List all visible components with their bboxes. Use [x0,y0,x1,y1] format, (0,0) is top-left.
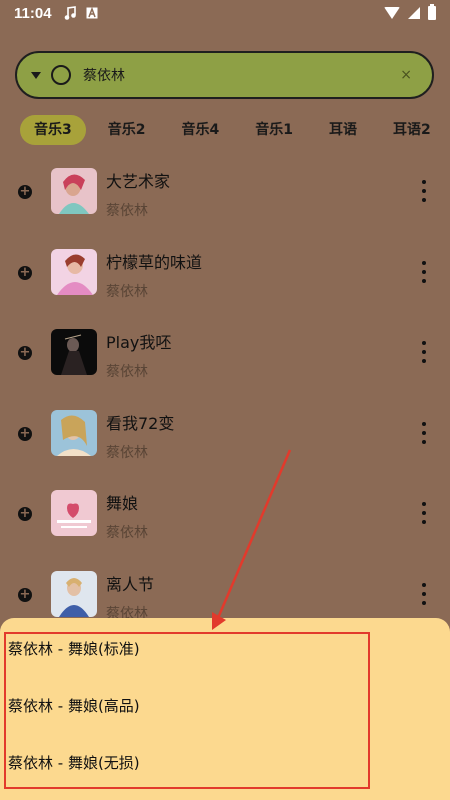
tab-music2[interactable]: 音乐2 [94,115,160,145]
tab-whisper[interactable]: 耳语 [315,115,371,145]
song-artist: 蔡依林 [106,444,148,461]
song-title: 柠檬草的味道 [106,252,203,272]
album-cover [51,409,97,456]
song-list: + 大艺术家 蔡依林 + 柠檬草的味道 蔡依林 + Play我呸 蔡依林 + 看… [0,160,450,643]
song-artist: 蔡依林 [106,283,148,300]
tab-music1[interactable]: 音乐1 [241,115,307,145]
dropdown-arrow-icon[interactable] [31,71,41,79]
more-icon[interactable] [421,260,427,283]
a-letter-icon [86,7,98,19]
song-title: 舞娘 [106,494,139,513]
song-item[interactable]: + 舞娘 蔡依林 [0,482,450,563]
song-artist: 蔡依林 [106,364,148,380]
song-title: 离人节 [106,574,155,594]
song-artist: 蔡依林 [106,525,148,541]
song-artist: 蔡依林 [106,203,148,219]
more-icon[interactable] [421,502,427,524]
clear-icon[interactable]: × [400,67,412,83]
song-item[interactable]: + 柠檬草的味道 蔡依林 [0,241,450,322]
album-cover [51,570,97,617]
quality-option-standard[interactable]: 蔡依林 - 舞娘(标准) [8,638,140,659]
album-cover [51,168,97,214]
song-item[interactable]: + 看我72变 蔡依林 [0,402,450,483]
quality-sheet: 蔡依林 - 舞娘(标准) 蔡依林 - 舞娘(高品) 蔡依林 - 舞娘(无损) [0,618,450,800]
add-icon[interactable]: + [18,346,32,360]
wifi-icon [384,7,400,19]
more-icon[interactable] [421,421,427,444]
album-cover [51,329,97,375]
more-icon[interactable] [421,341,427,363]
add-icon[interactable]: + [18,587,32,602]
search-bar[interactable]: 蔡依林 × [15,51,434,99]
album-cover [51,248,97,295]
circle-icon [51,65,71,85]
status-bar: 11:04 [0,0,450,26]
tab-music3[interactable]: 音乐3 [20,115,86,145]
song-item[interactable]: + Play我呸 蔡依林 [0,321,450,402]
source-tabs: 音乐3 音乐2 音乐4 音乐1 耳语 耳语2 [0,114,450,146]
add-icon[interactable]: + [18,185,32,199]
music-note-icon [64,6,76,20]
song-item[interactable]: + 大艺术家 蔡依林 [0,160,450,241]
tab-whisper2[interactable]: 耳语2 [379,115,445,145]
more-icon[interactable] [421,582,427,605]
quality-option-lossless[interactable]: 蔡依林 - 舞娘(无损) [8,752,140,773]
tab-music4[interactable]: 音乐4 [168,115,234,145]
song-title: 看我72变 [106,413,175,433]
cell-signal-icon [408,7,420,19]
add-icon[interactable]: + [18,507,32,521]
more-icon[interactable] [421,180,427,202]
song-title: Play我呸 [106,333,172,352]
add-icon[interactable]: + [18,265,32,280]
add-icon[interactable]: + [18,426,32,441]
battery-icon [428,4,436,20]
search-input[interactable]: 蔡依林 [83,65,400,85]
quality-option-high[interactable]: 蔡依林 - 舞娘(高品) [8,695,140,716]
status-time: 11:04 [14,4,52,22]
song-title: 大艺术家 [106,172,171,191]
album-cover [51,490,97,536]
